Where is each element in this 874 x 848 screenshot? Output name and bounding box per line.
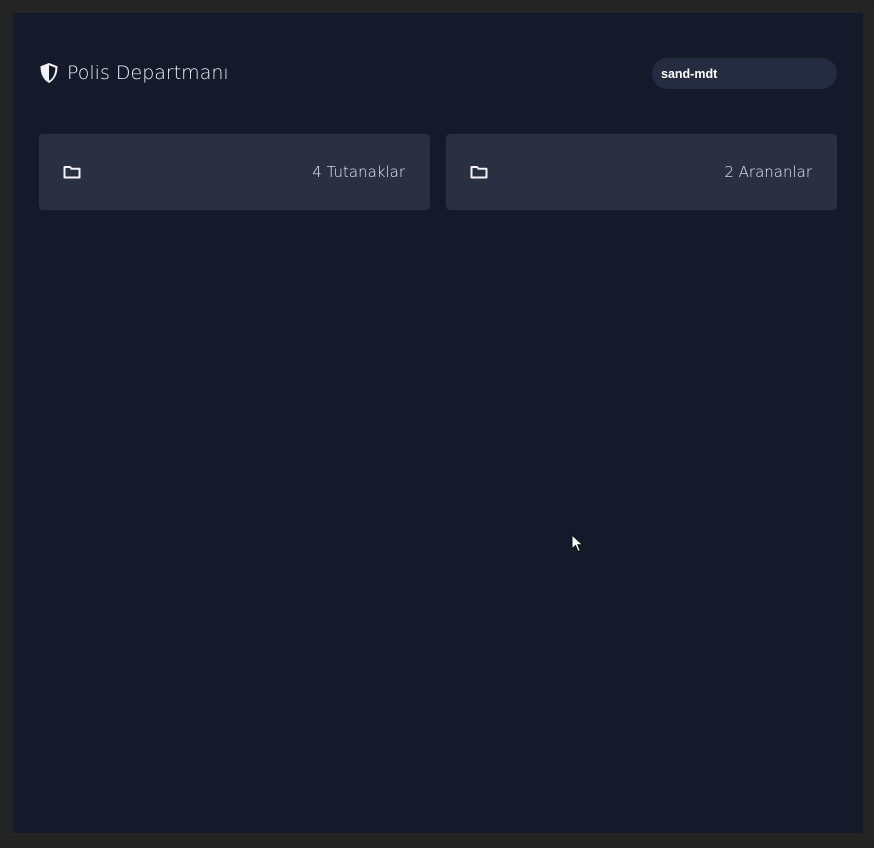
search-value: sand-mdt <box>661 66 718 81</box>
card-label: 2 Arananlar <box>724 163 812 181</box>
folder-icon <box>63 165 81 179</box>
brand-header: Polis Departmanı <box>39 61 229 85</box>
card-label: 4 Tutanaklar <box>312 163 405 181</box>
shield-icon <box>39 62 59 84</box>
folder-icon <box>470 165 488 179</box>
card-tutanaklar[interactable]: 4 Tutanaklar <box>39 134 430 210</box>
mouse-cursor-icon <box>571 534 584 553</box>
window-frame: Polis Departmanı sand-mdt 4 Tutanaklar 2… <box>0 0 874 848</box>
search-input[interactable]: sand-mdt <box>652 58 837 89</box>
card-arananlar[interactable]: 2 Arananlar <box>446 134 837 210</box>
page-title: Polis Departmanı <box>67 62 229 84</box>
mdt-panel: Polis Departmanı sand-mdt 4 Tutanaklar 2… <box>13 13 863 833</box>
